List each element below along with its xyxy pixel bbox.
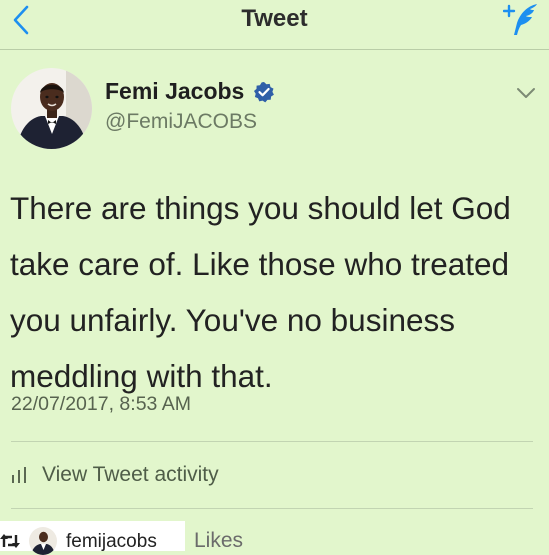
view-tweet-activity-label: View Tweet activity <box>42 463 219 486</box>
author-avatar[interactable] <box>11 68 92 149</box>
nav-title: Tweet <box>241 5 308 32</box>
repost-username[interactable]: femijacobs <box>66 531 157 553</box>
divider <box>11 441 533 442</box>
author-handle[interactable]: @FemiJACOBS <box>105 110 257 134</box>
author-display-name[interactable]: Femi Jacobs <box>105 78 244 105</box>
repost-credit[interactable]: femijacobs <box>0 521 185 555</box>
likes-label[interactable]: Likes <box>194 529 243 553</box>
tweet-text: There are things you should let God take… <box>10 180 540 404</box>
chevron-down-icon[interactable] <box>516 86 536 100</box>
repost-bar: femijacobs Likes <box>0 521 549 555</box>
divider <box>11 508 533 509</box>
compose-quill-icon[interactable] <box>503 2 539 36</box>
view-tweet-activity-link[interactable]: View Tweet activity <box>11 459 219 491</box>
tweet-timestamp: 22/07/2017, 8:53 AM <box>11 393 191 415</box>
verified-badge-icon <box>254 82 274 103</box>
author-photo-icon <box>11 68 92 149</box>
bar-chart-icon <box>12 467 26 483</box>
tweet-text-line: you unfairly. You've no business <box>10 302 455 338</box>
navigation-bar: Tweet <box>0 0 549 50</box>
repost-icon <box>0 534 20 548</box>
tweet-text-line: There are things you should let God <box>10 190 511 226</box>
tweet-text-line: meddling with that. <box>10 358 273 394</box>
tweet-text-line: take care of. Like those who treated <box>10 246 510 282</box>
